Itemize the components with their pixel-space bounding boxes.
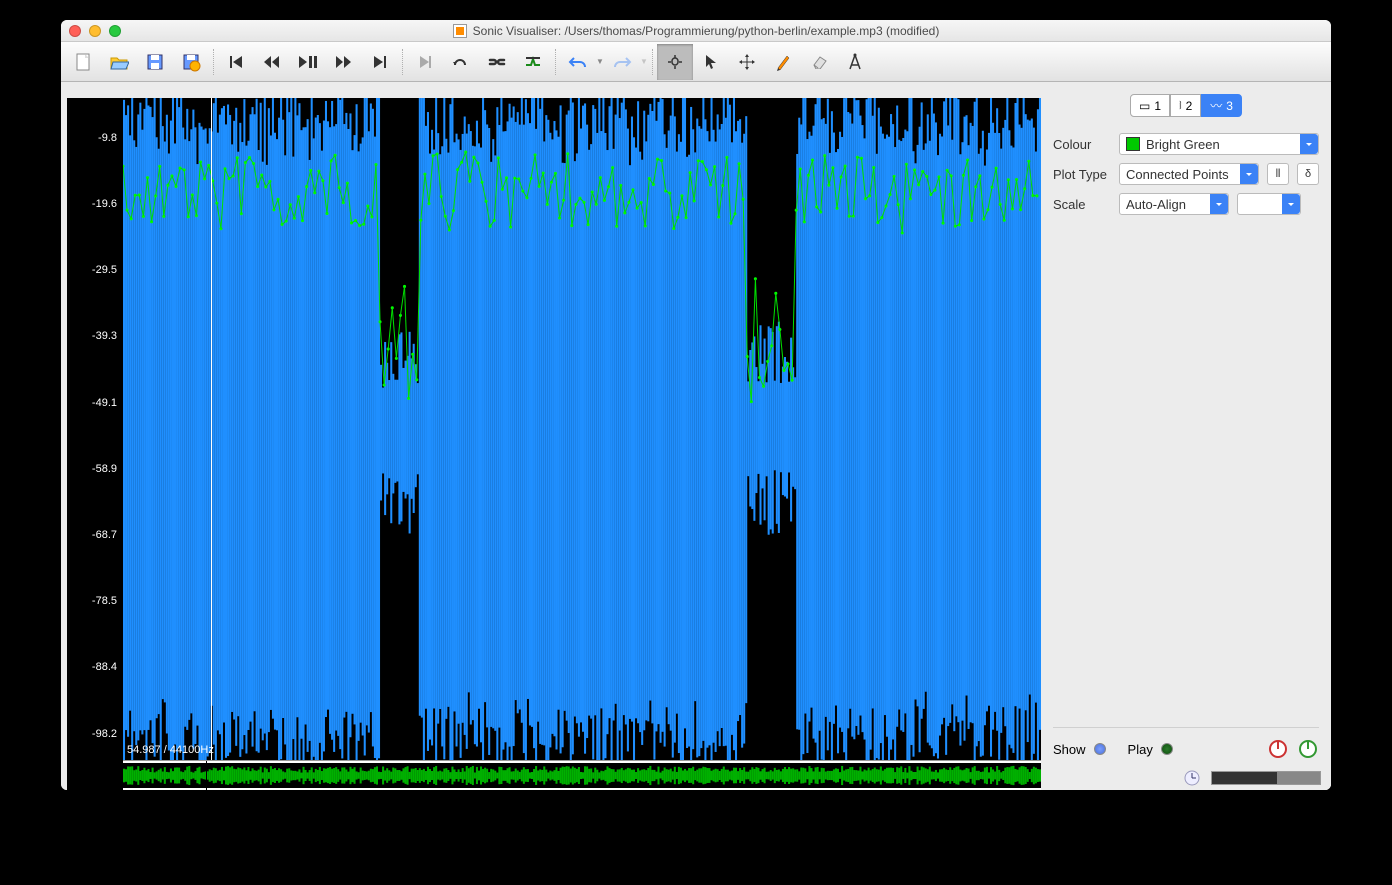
waveform-canvas[interactable]: -9.8 -19.6 -29.5 -39.3 -49.1 -58.9 -68.7 -78.5 -… [67, 98, 1041, 760]
tab-label: 3 [1226, 99, 1233, 113]
play-pause-button[interactable] [290, 44, 326, 80]
pane-icon: ▭ [1139, 99, 1150, 113]
y-axis-label: -9.8 [98, 132, 117, 144]
y-axis-label: -58.9 [92, 463, 117, 475]
y-axis-label: -19.6 [92, 198, 117, 210]
play-toggle[interactable] [1161, 743, 1173, 755]
layer-tabs: ▭ 1 ⧘ 2 〰 3 [1053, 94, 1319, 117]
erase-tool-button[interactable] [801, 44, 837, 80]
level-meter [1211, 771, 1321, 785]
gain-knob[interactable] [1297, 738, 1319, 760]
colour-value: Bright Green [1146, 137, 1220, 152]
toolbar-separator [652, 49, 653, 75]
toolbar-separator [402, 49, 403, 75]
window-controls [69, 25, 121, 37]
delta-button[interactable]: δ [1297, 163, 1319, 185]
measure-tool-button[interactable] [837, 44, 873, 80]
overview-minimap[interactable] [123, 760, 1041, 790]
minimize-icon[interactable] [89, 25, 101, 37]
layer-tab-2[interactable]: ⧘ 2 [1170, 94, 1201, 117]
layer-tab-1[interactable]: ▭ 1 [1130, 94, 1170, 117]
content-area: -9.8 -19.6 -29.5 -39.3 -49.1 -58.9 -68.7 -78.5 -… [61, 82, 1331, 790]
open-file-button[interactable] [101, 44, 137, 80]
y-axis-label: -98.2 [92, 728, 117, 740]
play-label: Play [1128, 742, 1153, 757]
redo-button[interactable] [604, 44, 640, 80]
waveform-icon: ⧘ [1179, 98, 1182, 113]
select-tool-button[interactable] [693, 44, 729, 80]
y-axis-label: -68.7 [92, 529, 117, 541]
close-icon[interactable] [69, 25, 81, 37]
y-axis-label: -88.4 [92, 661, 117, 673]
window-title: Sonic Visualiser: /Users/thomas/Programm… [473, 24, 940, 38]
solo-button[interactable] [479, 44, 515, 80]
move-tool-button[interactable] [729, 44, 765, 80]
chevron-down-icon [1240, 164, 1258, 184]
titlebar: Sonic Visualiser: /Users/thomas/Programm… [61, 20, 1331, 42]
status-bar [1041, 766, 1331, 790]
toolbar: ▼ ▼ [61, 42, 1331, 82]
tab-label: 1 [1154, 99, 1161, 113]
colour-select[interactable]: Bright Green [1119, 133, 1319, 155]
undo-menu-icon[interactable]: ▼ [596, 57, 604, 66]
plot-type-select[interactable]: Connected Points [1119, 163, 1259, 185]
pan-knob[interactable] [1267, 738, 1289, 760]
scale-value: Auto-Align [1126, 197, 1186, 212]
undo-button[interactable] [560, 44, 596, 80]
plot-type-value: Connected Points [1126, 167, 1229, 182]
colour-label: Colour [1053, 137, 1111, 152]
save-as-button[interactable] [173, 44, 209, 80]
new-file-button[interactable] [65, 44, 101, 80]
cursor-position-readout: 54.987 / 44100Hz [127, 744, 214, 756]
toolbar-separator [213, 49, 214, 75]
y-axis-label: -29.5 [92, 264, 117, 276]
chevron-down-icon [1282, 194, 1300, 214]
fast-forward-button[interactable] [326, 44, 362, 80]
show-toggle[interactable] [1094, 743, 1106, 755]
scale-unit-select[interactable] [1237, 193, 1301, 215]
layer-play-controls: Show Play [1053, 727, 1319, 760]
app-icon [453, 24, 467, 38]
chevron-down-icon [1210, 194, 1228, 214]
segment-button[interactable]: ⦀ [1267, 163, 1289, 185]
show-label: Show [1053, 742, 1086, 757]
redo-menu-icon[interactable]: ▼ [640, 57, 648, 66]
skip-end-button[interactable] [362, 44, 398, 80]
navigate-tool-button[interactable] [657, 44, 693, 80]
minimap-playhead [206, 761, 207, 790]
rewind-button[interactable] [254, 44, 290, 80]
y-axis: -9.8 -19.6 -29.5 -39.3 -49.1 -58.9 -68.7 -78.5 -… [67, 98, 123, 760]
play-selection-button[interactable] [407, 44, 443, 80]
align-button[interactable] [515, 44, 551, 80]
y-axis-label: -78.5 [92, 595, 117, 607]
skip-start-button[interactable] [218, 44, 254, 80]
toolbar-separator [555, 49, 556, 75]
zoom-icon[interactable] [109, 25, 121, 37]
scale-label: Scale [1053, 197, 1111, 212]
playhead-cursor[interactable] [211, 98, 212, 760]
plot-type-label: Plot Type [1053, 167, 1111, 182]
layer-tab-3[interactable]: 〰 3 [1201, 94, 1242, 117]
tab-label: 2 [1186, 99, 1193, 113]
loop-button[interactable] [443, 44, 479, 80]
y-axis-label: -49.1 [92, 397, 117, 409]
save-button[interactable] [137, 44, 173, 80]
main-pane: -9.8 -19.6 -29.5 -39.3 -49.1 -58.9 -68.7 -78.5 -… [67, 98, 1041, 790]
plot-icon: 〰 [1210, 97, 1222, 114]
layer-properties-panel: ▭ 1 ⧘ 2 〰 3 Colour Bright Green [1041, 82, 1331, 790]
chevron-down-icon [1300, 134, 1318, 154]
waveform-layer [123, 98, 1041, 760]
app-window: Sonic Visualiser: /Users/thomas/Programm… [61, 20, 1331, 790]
y-axis-label: -39.3 [92, 330, 117, 342]
draw-tool-button[interactable] [765, 44, 801, 80]
scale-select[interactable]: Auto-Align [1119, 193, 1229, 215]
clock-icon[interactable] [1183, 769, 1201, 787]
